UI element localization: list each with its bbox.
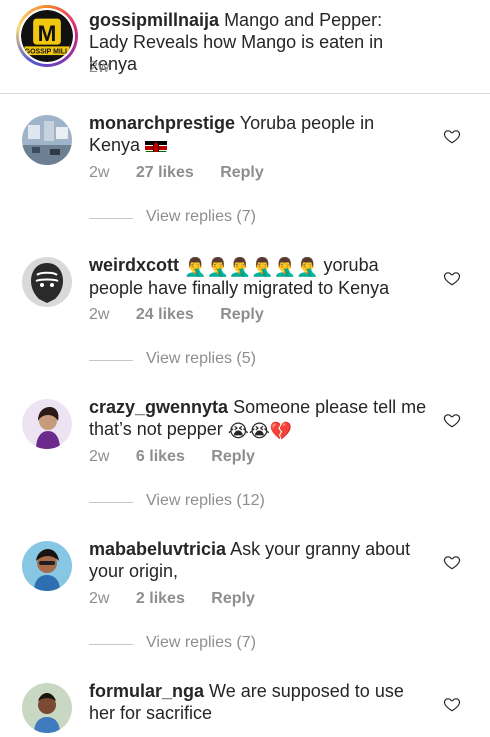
like-button[interactable] (443, 553, 461, 571)
like-button[interactable] (443, 269, 461, 287)
comment-time: 2w (89, 448, 110, 465)
gossipmill-logo-icon: M GOSSIP MILL (21, 10, 73, 62)
replies-divider (89, 644, 133, 645)
avatar-image (22, 683, 72, 733)
like-button[interactable] (443, 127, 461, 145)
view-replies-label[interactable]: View replies (7) (146, 634, 256, 652)
reply-button[interactable]: Reply (220, 306, 264, 324)
view-replies-label[interactable]: View replies (5) (146, 350, 256, 368)
heart-outline-icon (443, 556, 461, 570)
comment-username[interactable]: weirdxcott (89, 255, 179, 275)
like-button[interactable] (443, 411, 461, 429)
comment-meta: 2w 6 likes Reply (89, 448, 255, 466)
likes-count[interactable]: 24 likes (136, 306, 194, 324)
avatar[interactable] (22, 257, 72, 307)
replies-divider (89, 502, 133, 503)
post-caption: M GOSSIP MILL gossipmillnaija Mango and … (0, 0, 490, 94)
reply-button[interactable]: Reply (220, 164, 264, 182)
kenya-flag-icon (145, 138, 168, 152)
heart-outline-icon (443, 414, 461, 428)
caption-avatar[interactable]: M GOSSIP MILL (16, 5, 78, 67)
avatar[interactable] (22, 541, 72, 591)
avatar[interactable] (22, 399, 72, 449)
heart-outline-icon (443, 272, 461, 286)
comment-meta: 2w 27 likes Reply (89, 164, 264, 182)
avatar-image (22, 399, 72, 449)
crying-broken-heart-emoji: 😭😭💔 (227, 421, 293, 441)
comment-time: 2w (89, 590, 110, 607)
caption-time: 2w (89, 59, 110, 76)
comment-username[interactable]: crazy_gwennyta (89, 397, 228, 417)
comment-username[interactable]: mababeluvtricia (89, 539, 226, 559)
comment-text: mababeluvtricia Ask your granny about yo… (89, 538, 429, 582)
view-replies-label[interactable]: View replies (7) (146, 208, 256, 226)
comment-username[interactable]: formular_nga (89, 681, 204, 701)
caption-text: gossipmillnaija Mango and Pepper: Lady R… (89, 9, 419, 75)
comment-meta: 2w 24 likes Reply (89, 306, 264, 324)
heart-outline-icon (443, 130, 461, 144)
comment-meta: 2w 2 likes Reply (89, 590, 255, 608)
avatar[interactable] (22, 115, 72, 165)
avatar-image (22, 257, 72, 307)
svg-text:M: M (38, 21, 57, 46)
svg-text:GOSSIP MILL: GOSSIP MILL (25, 48, 70, 55)
comment-time: 2w (89, 164, 110, 181)
comment-text: formular_nga We are supposed to use her … (89, 680, 429, 724)
reply-button[interactable]: Reply (211, 590, 255, 608)
like-button[interactable] (443, 695, 461, 713)
likes-count[interactable]: 27 likes (136, 164, 194, 182)
heart-outline-icon (443, 698, 461, 712)
replies-divider (89, 218, 133, 219)
avatar-image (22, 541, 72, 591)
facepalm-emoji: 🤦‍♂️🤦‍♂️🤦‍♂️🤦‍♂️🤦‍♂️🤦‍♂️ (184, 257, 319, 277)
avatar[interactable] (22, 683, 72, 733)
view-replies-label[interactable]: View replies (12) (146, 492, 265, 510)
likes-count[interactable]: 6 likes (136, 448, 185, 466)
comment-text: monarchprestige Yoruba people in Kenya (89, 112, 429, 156)
caption-meta: 2w (89, 59, 109, 77)
comment-text: crazy_gwennyta Someone please tell me th… (89, 396, 429, 441)
likes-count[interactable]: 2 likes (136, 590, 185, 608)
comment-username[interactable]: monarchprestige (89, 113, 235, 133)
comment-text: weirdxcott 🤦‍♂️🤦‍♂️🤦‍♂️🤦‍♂️🤦‍♂️🤦‍♂️ yoru… (89, 254, 429, 299)
comment-time: 2w (89, 306, 110, 323)
reply-button[interactable]: Reply (211, 448, 255, 466)
replies-divider (89, 360, 133, 361)
avatar-image (22, 115, 72, 165)
caption-username[interactable]: gossipmillnaija (89, 10, 219, 30)
